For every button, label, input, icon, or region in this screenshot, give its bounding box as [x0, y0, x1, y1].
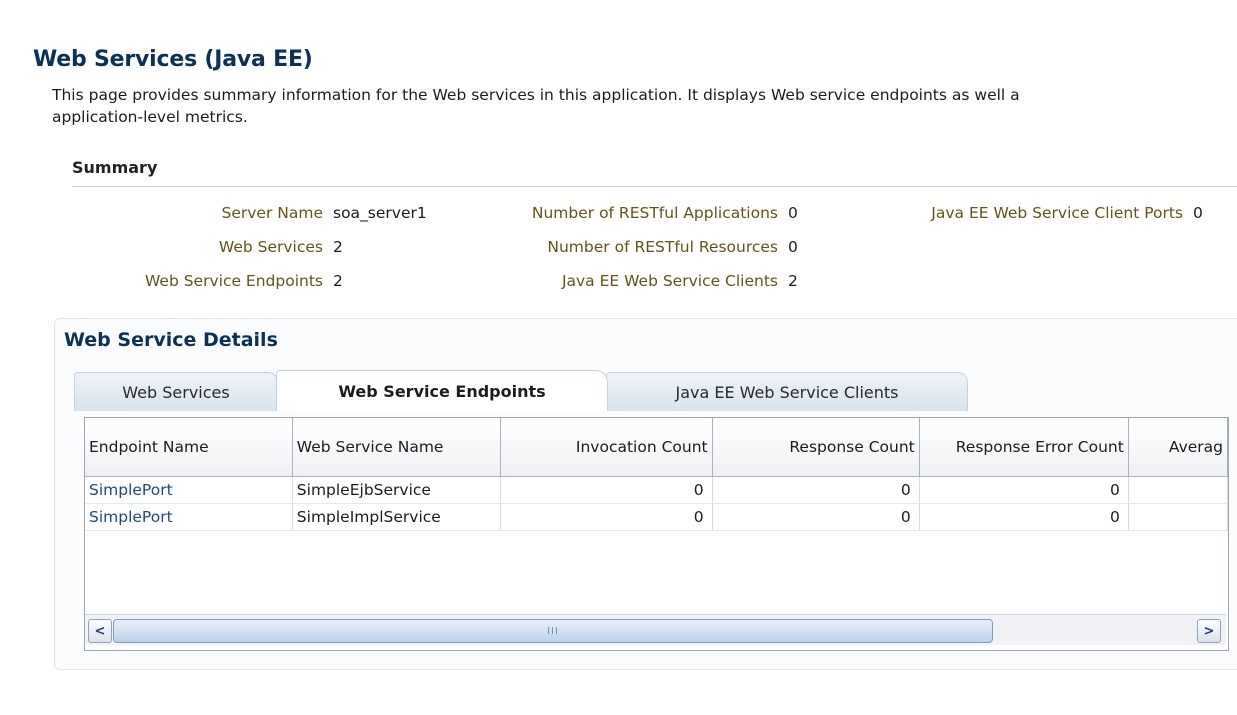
column-header-invocation-count[interactable]: Invocation Count — [500, 418, 713, 477]
tab-javaee-web-service-clients[interactable]: Java EE Web Service Clients — [606, 372, 968, 411]
table-cell-average — [1128, 503, 1228, 531]
column-header-endpoint-name[interactable]: Endpoint Name — [85, 418, 293, 477]
table-cell-response-count: 0 — [712, 503, 920, 531]
summary-value: 2 — [333, 272, 343, 290]
table-cell-web-service-name: SimpleImplService — [292, 503, 502, 531]
summary-label: Server Name — [221, 204, 323, 222]
endpoint-link[interactable]: SimplePort — [89, 508, 173, 526]
summary-value: 0 — [1193, 204, 1203, 222]
tab-web-service-endpoints[interactable]: Web Service Endpoints — [276, 370, 608, 411]
summary-server-name: Server Name soa_server1 — [100, 202, 470, 224]
web-service-details-heading: Web Service Details — [64, 329, 278, 351]
summary-label: Number of RESTful Applications — [531, 204, 778, 222]
summary-value: 0 — [788, 238, 798, 256]
summary-restful-resources: Number of RESTful Resources 0 — [470, 236, 830, 258]
table-cell-invocation-count: 0 — [500, 503, 713, 531]
summary-restful-applications: Number of RESTful Applications 0 — [470, 202, 830, 224]
column-header-response-error-count[interactable]: Response Error Count — [919, 418, 1129, 477]
scroll-right-button[interactable]: > — [1197, 619, 1221, 643]
endpoints-table-grid: Endpoint Name Web Service Name Invocatio… — [85, 418, 1228, 531]
tab-web-services[interactable]: Web Services — [74, 372, 278, 411]
summary-label: Web Service Endpoints — [145, 272, 323, 290]
table-cell-invocation-count: 0 — [500, 476, 713, 504]
summary-value: soa_server1 — [333, 204, 427, 222]
summary-web-service-endpoints: Web Service Endpoints 2 — [100, 270, 470, 292]
column-header-response-count[interactable]: Response Count — [712, 418, 920, 477]
column-header-web-service-name[interactable]: Web Service Name — [292, 418, 502, 477]
table-cell-endpoint-name[interactable]: SimplePort — [85, 503, 293, 531]
table-header-row: Endpoint Name Web Service Name Invocatio… — [85, 418, 1228, 477]
summary-value: 2 — [788, 272, 798, 290]
summary-heading: Summary — [72, 158, 158, 177]
summary-label: Number of RESTful Resources — [547, 238, 778, 256]
summary-javaee-clients: Java EE Web Service Clients 2 — [470, 270, 830, 292]
table-row[interactable]: SimplePort SimpleImplService 0 0 0 — [85, 503, 1228, 531]
summary-value: 2 — [333, 238, 343, 256]
table-cell-web-service-name: SimpleEjbService — [292, 476, 502, 504]
table-cell-response-count: 0 — [712, 476, 920, 504]
horizontal-scrollbar[interactable]: < III > — [85, 614, 1226, 645]
page-title: Web Services (Java EE) — [33, 47, 313, 72]
table-cell-average — [1128, 476, 1228, 504]
chevron-left-icon: < — [94, 623, 106, 639]
summary-label: Web Services — [218, 238, 323, 256]
scroll-left-button[interactable]: < — [88, 619, 112, 643]
scrollbar-thumb[interactable]: III — [113, 619, 993, 643]
summary-label: Java EE Web Service Clients — [561, 272, 778, 290]
grip-icon: III — [547, 625, 559, 637]
table-cell-response-error-count: 0 — [919, 503, 1129, 531]
summary-value: 0 — [788, 204, 798, 222]
page-description-line-2: application-level metrics. — [52, 108, 248, 126]
table-cell-response-error-count: 0 — [919, 476, 1129, 504]
summary-web-services: Web Services 2 — [100, 236, 470, 258]
summary-label: Java EE Web Service Client Ports — [931, 204, 1183, 222]
page-description: This page provides summary information f… — [52, 84, 1237, 128]
table-cell-endpoint-name[interactable]: SimplePort — [85, 476, 293, 504]
column-header-average[interactable]: Averag — [1128, 418, 1228, 477]
chevron-right-icon: > — [1203, 623, 1215, 639]
page-description-line-1: This page provides summary information f… — [52, 86, 1020, 104]
table-row[interactable]: SimplePort SimpleEjbService 0 0 0 — [85, 476, 1228, 504]
endpoint-link[interactable]: SimplePort — [89, 481, 173, 499]
summary-javaee-client-ports: Java EE Web Service Client Ports 0 — [840, 202, 1220, 224]
summary-header: Summary — [72, 158, 1237, 187]
